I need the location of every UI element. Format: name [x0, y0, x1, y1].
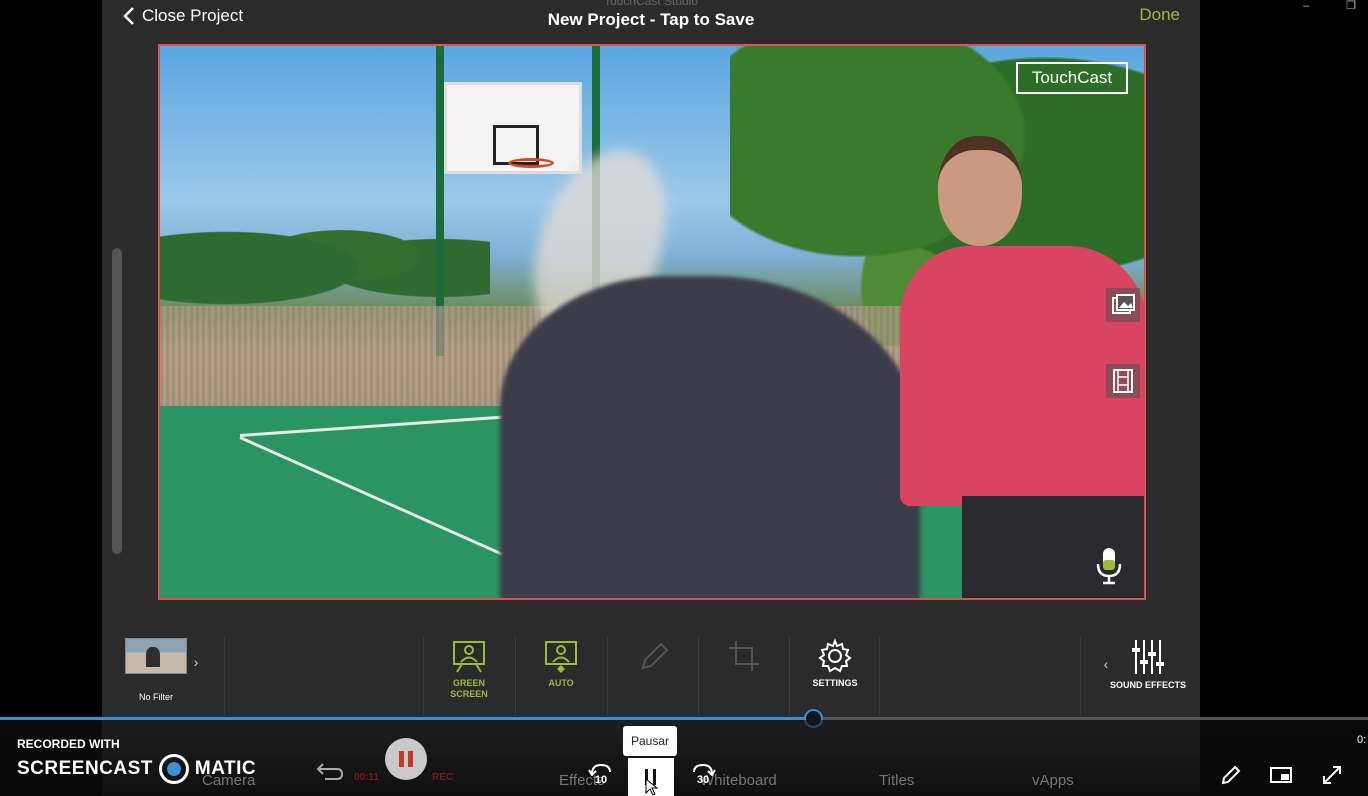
auto-label: AUTO [548, 678, 574, 688]
divider [1080, 636, 1081, 716]
pip-icon [1270, 767, 1292, 783]
rec-label: REC [432, 772, 454, 783]
divider [789, 636, 790, 716]
left-scroll-slider[interactable] [112, 248, 122, 554]
video-button[interactable] [1106, 364, 1140, 398]
person-head [938, 136, 1022, 246]
mouse-cursor [645, 778, 659, 796]
green-screen-icon [453, 641, 485, 673]
sliders-icon [1132, 640, 1164, 674]
project-title[interactable]: New Project - Tap to Save [102, 10, 1200, 30]
image-button[interactable] [1106, 288, 1140, 322]
tab-vapps[interactable]: vApps [1032, 772, 1074, 789]
divider [423, 636, 424, 716]
cursor-icon [645, 778, 659, 796]
divider [698, 636, 699, 716]
done-button[interactable]: Done [1139, 5, 1180, 25]
image-icon [1112, 294, 1135, 314]
tab-titles[interactable]: Titles [879, 772, 914, 789]
film-icon [1113, 369, 1133, 393]
touchcast-app: Close Project TouchCast Studio New Proje… [102, 0, 1200, 796]
settings-label: SETTINGS [812, 678, 858, 688]
filter-button[interactable]: No Filter [122, 638, 190, 716]
pause-tooltip: Pausar [623, 726, 677, 756]
filter-thumbnail [125, 638, 187, 674]
forward-seconds: 30 [696, 774, 710, 786]
divider [224, 636, 225, 716]
undo-icon [316, 763, 344, 780]
microphone-button[interactable] [1084, 544, 1134, 588]
crop-button[interactable] [707, 638, 781, 716]
divider [607, 636, 608, 716]
expand-icon [1323, 766, 1341, 784]
record-pause-button[interactable] [385, 738, 427, 780]
undo-button[interactable] [314, 758, 346, 784]
header: Close Project TouchCast Studio New Proje… [102, 0, 1200, 42]
fullscreen-button[interactable] [1319, 762, 1345, 788]
chevron-right-icon[interactable]: › [190, 652, 202, 672]
pause-icon [399, 751, 413, 767]
screencast-watermark: SCREENCAST MATIC [17, 754, 256, 784]
divider [879, 636, 880, 716]
recorded-with-label: RECORDED WITH [17, 737, 120, 751]
brand-left: SCREENCAST [17, 758, 153, 779]
minimize-button[interactable]: – [1296, 0, 1316, 14]
picture-in-picture-button[interactable] [1268, 762, 1294, 788]
brand-right: MATIC [194, 758, 257, 779]
studio-label: TouchCast Studio [603, 0, 699, 8]
edit-button[interactable] [1218, 762, 1244, 788]
toolbar: No Filter › GREEN SCREEN AUTO SETTINGS ‹ [102, 630, 1200, 716]
gear-icon [818, 638, 852, 673]
rewind-button[interactable]: 10 [586, 760, 616, 788]
filter-label: No Filter [138, 692, 173, 702]
forward-button[interactable]: 30 [688, 760, 718, 788]
auto-button[interactable]: AUTO [524, 638, 598, 716]
microphone-icon [1096, 548, 1122, 585]
settings-button[interactable]: SETTINGS [798, 638, 872, 716]
divider [515, 636, 516, 716]
touchcast-logo[interactable]: TouchCast [1016, 62, 1128, 94]
sound-effects-label: SOUND EFFECTS [1109, 680, 1186, 690]
pencil-icon [1221, 765, 1241, 785]
draw-button[interactable] [616, 638, 690, 716]
person-body [500, 276, 920, 598]
crop-icon [729, 641, 759, 671]
green-screen-label: GREEN SCREEN [450, 678, 488, 699]
pencil-icon [641, 642, 669, 670]
screencast-logo-icon [158, 754, 189, 784]
record-time: 00:11 [354, 772, 380, 783]
video-stage: TouchCast [158, 44, 1146, 600]
time-display: 0: [1357, 734, 1367, 746]
restore-button[interactable]: ❐ [1341, 0, 1361, 14]
green-screen-button[interactable]: GREEN SCREEN [432, 638, 506, 716]
sound-effects-button[interactable]: SOUND EFFECTS [1106, 638, 1190, 716]
auto-icon [545, 641, 577, 673]
person-dancing [500, 131, 920, 598]
rewind-seconds: 10 [594, 774, 608, 786]
